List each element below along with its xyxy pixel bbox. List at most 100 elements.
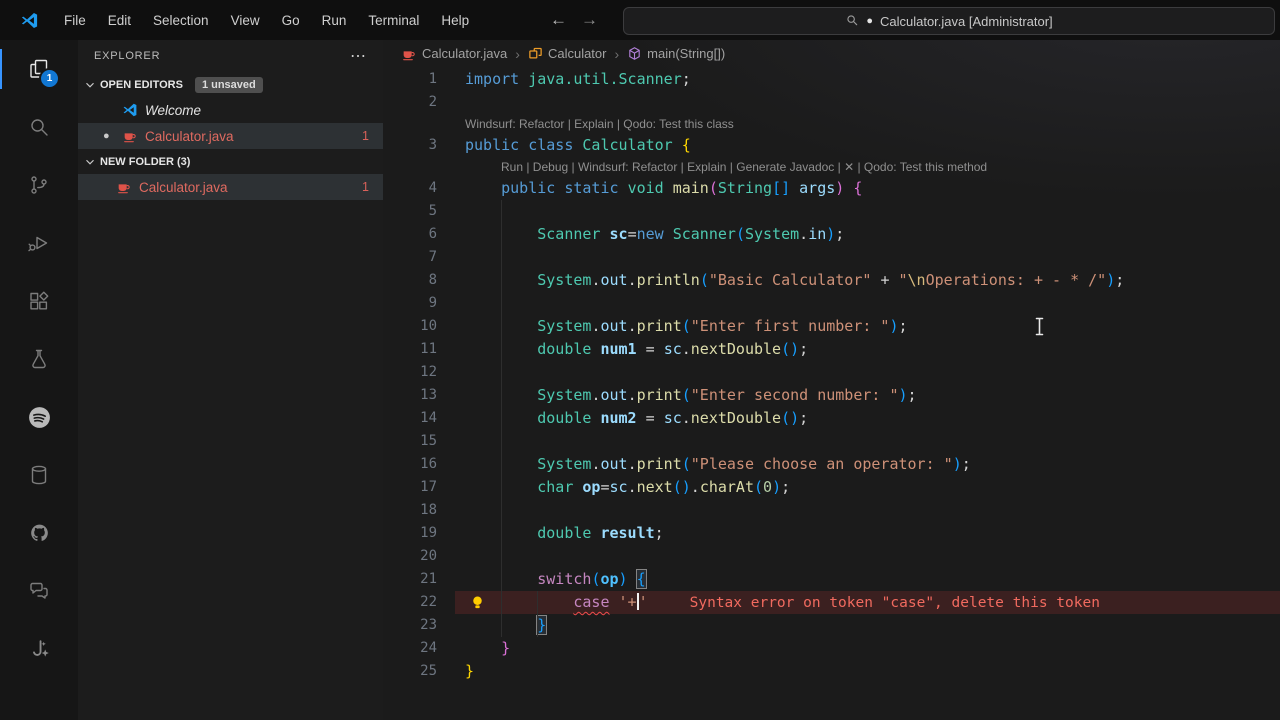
java-file-icon (116, 179, 132, 195)
java-file-icon (401, 46, 417, 62)
explorer-icon[interactable]: 1 (0, 40, 78, 98)
code-line-8[interactable]: 8 System.out.println("Basic Calculator" … (383, 269, 1280, 292)
line-number: 12 (420, 364, 437, 380)
github-icon[interactable] (0, 504, 78, 562)
line-number: 18 (420, 502, 437, 518)
vscode-logo-icon (20, 11, 39, 30)
line-number: 3 (428, 137, 437, 153)
code-line-20[interactable]: 20 (383, 545, 1280, 568)
indent-guide (501, 200, 502, 637)
menu-bar: File Edit Selection View Go Run Terminal Help (53, 0, 480, 40)
line-number: 7 (428, 249, 437, 265)
codelens-actions[interactable]: Run | Debug | Windsurf: Refactor | Expla… (383, 157, 1280, 177)
code-line-16[interactable]: 16 System.out.print("Please choose an op… (383, 453, 1280, 476)
list-item-welcome[interactable]: Welcome (78, 97, 383, 123)
ai-assistant-icon[interactable] (0, 620, 78, 678)
code-line-5[interactable]: 5 (383, 200, 1280, 223)
codelens-actions[interactable]: Windsurf: Refactor | Explain | Qodo: Tes… (383, 114, 1280, 134)
breadcrumb-class[interactable]: Calculator (528, 46, 606, 61)
menu-help[interactable]: Help (430, 0, 480, 40)
explorer-actions-button[interactable]: ⋯ (350, 46, 367, 66)
line-number: 16 (420, 456, 437, 472)
code-line-21[interactable]: 21 switch(op) { (383, 568, 1280, 591)
line-number: 22 (420, 594, 437, 610)
history-navigation: ← → (550, 0, 598, 40)
code-line-3[interactable]: 3 public class Calculator { (383, 134, 1280, 157)
section-new-folder[interactable]: NEW FOLDER (3) (78, 149, 383, 174)
lightbulb-icon[interactable] (469, 594, 486, 611)
menu-view[interactable]: View (220, 0, 271, 40)
code-line-9[interactable]: 9 (383, 292, 1280, 315)
code-editor[interactable]: 1 import java.util.Scanner; 2 Windsurf: Ref… (383, 68, 1280, 683)
code-line-25[interactable]: 25} (383, 660, 1280, 683)
line-number: 15 (420, 433, 437, 449)
explorer-sidebar: EXPLORER ⋯ OPEN EDITORS 1 unsaved Welcome ●… (78, 40, 383, 720)
code-line-24[interactable]: 24 } (383, 637, 1280, 660)
search-icon[interactable] (0, 98, 78, 156)
comments-icon[interactable] (0, 562, 78, 620)
code-line-15[interactable]: 15 (383, 430, 1280, 453)
menu-edit[interactable]: Edit (97, 0, 142, 40)
vscode-welcome-icon (122, 102, 138, 118)
section-open-editors[interactable]: OPEN EDITORS 1 unsaved (78, 72, 383, 97)
line-number: 6 (428, 226, 437, 242)
code-line-13[interactable]: 13 System.out.print("Enter second number… (383, 384, 1280, 407)
run-debug-icon[interactable] (0, 214, 78, 272)
line-number: 4 (428, 180, 437, 196)
back-arrow-icon[interactable]: ← (550, 10, 567, 30)
source-control-icon[interactable] (0, 156, 78, 214)
line-number: 5 (428, 203, 437, 219)
menu-selection[interactable]: Selection (142, 0, 220, 40)
activity-bar: 1 (0, 40, 78, 720)
extensions-icon[interactable] (0, 272, 78, 330)
line-number: 23 (420, 617, 437, 633)
line-number: 2 (428, 94, 437, 110)
line-number: 14 (420, 410, 437, 426)
code-line-23[interactable]: 23 } (383, 614, 1280, 637)
breadcrumb-separator: › (515, 45, 520, 62)
modified-dot: ● (103, 130, 110, 142)
code-line-6[interactable]: 6 Scanner sc=new Scanner(System.in); (383, 223, 1280, 246)
code-line-12[interactable]: 12 (383, 361, 1280, 384)
line-number: 1 (428, 71, 437, 87)
code-line-11[interactable]: 11 double num1 = sc.nextDouble(); (383, 338, 1280, 361)
indent-guide (537, 591, 538, 637)
database-icon[interactable] (0, 446, 78, 504)
vscode-window: File Edit Selection View Go Run Terminal Help ←… (0, 0, 1280, 720)
modified-dot: ● (866, 14, 873, 27)
line-number: 13 (420, 387, 437, 403)
search-icon (845, 13, 859, 30)
class-symbol-icon (528, 46, 543, 61)
menu-run[interactable]: Run (311, 0, 358, 40)
breadcrumb-method[interactable]: main(String[]) (627, 46, 725, 61)
menu-file[interactable]: File (53, 0, 97, 40)
code-line-14[interactable]: 14 double num2 = sc.nextDouble(); (383, 407, 1280, 430)
code-line-18[interactable]: 18 (383, 499, 1280, 522)
testing-icon[interactable] (0, 330, 78, 388)
explorer-badge: 1 (39, 68, 60, 89)
list-item-calculator-java[interactable]: Calculator.java 1 (78, 174, 383, 200)
command-center-search[interactable]: ● Calculator.java [Administrator] (623, 7, 1275, 35)
editor-pane: Calculator.java › Calculator › main(Stri… (383, 40, 1280, 720)
line-number: 9 (428, 295, 437, 311)
code-line-1[interactable]: 1 import java.util.Scanner; (383, 68, 1280, 91)
code-line-2[interactable]: 2 (383, 91, 1280, 114)
code-line-19[interactable]: 19 double result; (383, 522, 1280, 545)
code-line-22[interactable]: 22 case '+ ' Syntax error on token "case",… (383, 591, 1280, 614)
line-number: 19 (420, 525, 437, 541)
list-item-calculator-java[interactable]: ● Calculator.java 1 (78, 123, 383, 149)
method-symbol-icon (627, 46, 642, 61)
code-line-10[interactable]: 10 System.out.print("Enter first number:… (383, 315, 1280, 338)
breadcrumb-file[interactable]: Calculator.java (401, 46, 507, 62)
spotify-icon[interactable] (0, 388, 78, 446)
error-count-badge: 1 (362, 180, 369, 194)
forward-arrow-icon[interactable]: → (581, 10, 598, 30)
unsaved-badge: 1 unsaved (194, 76, 263, 93)
menu-go[interactable]: Go (271, 0, 311, 40)
error-count-badge: 1 (362, 129, 369, 143)
code-line-7[interactable]: 7 (383, 246, 1280, 269)
code-line-4[interactable]: 4 public static void main(String[] args)… (383, 177, 1280, 200)
code-line-17[interactable]: 17 char op=sc.next().charAt(0); (383, 476, 1280, 499)
line-number: 21 (420, 571, 437, 587)
menu-terminal[interactable]: Terminal (357, 0, 430, 40)
